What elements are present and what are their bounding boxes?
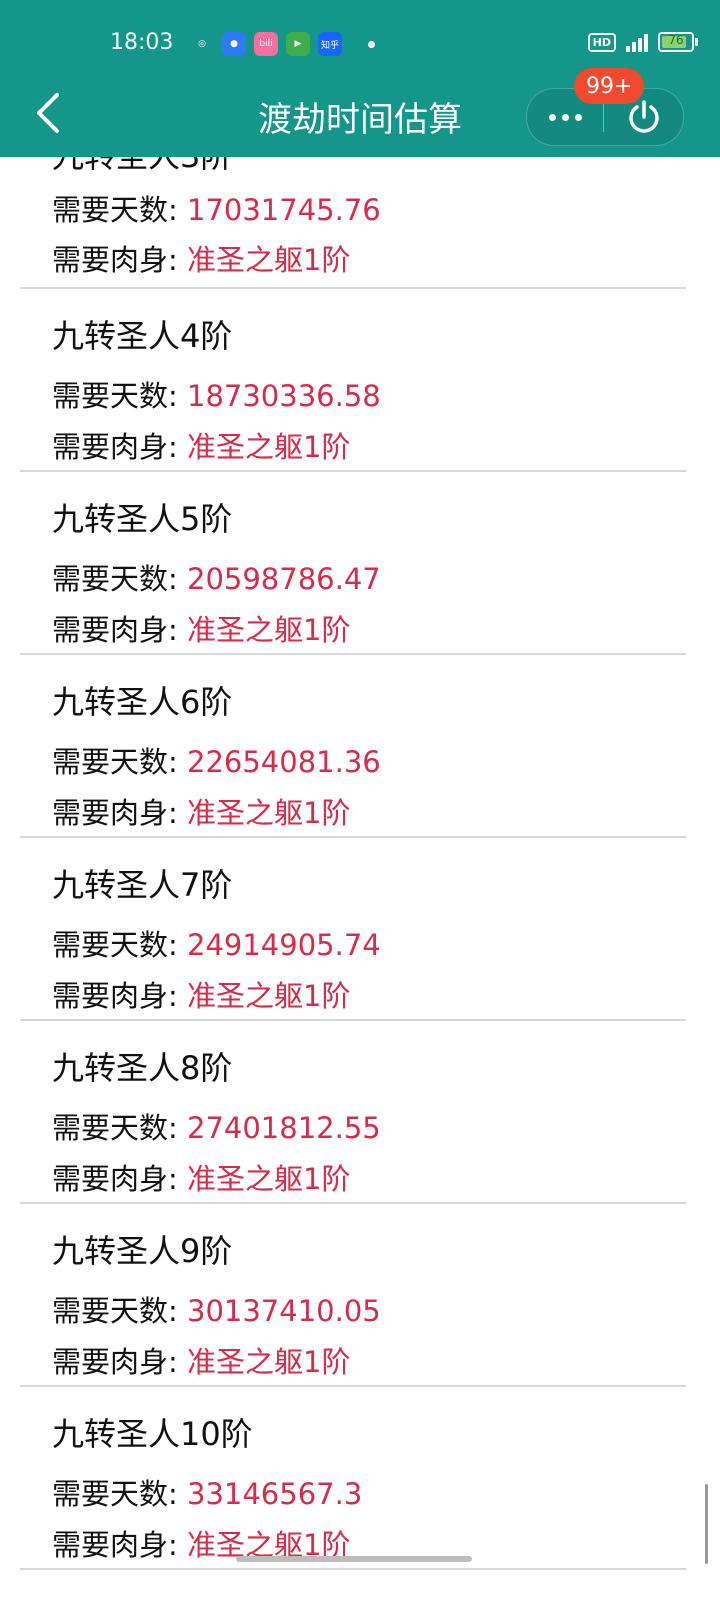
- days-row: 需要天数: 17031745.76: [52, 187, 381, 229]
- days-value: 17031745.76: [187, 193, 381, 227]
- item-title: 九转圣人5阶: [52, 500, 233, 538]
- days-row: 需要天数: 22654081.36: [52, 739, 381, 781]
- days-value: 33146567.3: [187, 1477, 363, 1511]
- status-time: 18:03: [110, 30, 174, 55]
- status-app-icons: ◎ ● bili ▶ 知乎: [190, 32, 375, 56]
- scrollbar[interactable]: [705, 1484, 708, 1564]
- days-row: 需要天数: 20598786.47: [52, 556, 381, 598]
- home-indicator[interactable]: [236, 1556, 472, 1562]
- body-value: 准圣之躯1阶: [187, 979, 351, 1013]
- days-row: 需要天数: 30137410.05: [52, 1288, 381, 1330]
- list-item: 九转圣人3阶需要天数: 17031745.76需要肉身: 准圣之躯1阶: [20, 137, 686, 289]
- body-label: 需要肉身:: [52, 796, 187, 830]
- days-label: 需要天数:: [52, 193, 187, 227]
- body-row: 需要肉身: 准圣之躯1阶: [52, 607, 350, 649]
- power-icon: [628, 100, 659, 133]
- days-row: 需要天数: 27401812.55: [52, 1105, 381, 1147]
- body-label: 需要肉身:: [52, 430, 187, 464]
- body-row: 需要肉身: 准圣之躯1阶: [52, 790, 350, 832]
- zhihu-app-icon: 知乎: [318, 32, 342, 56]
- days-value: 22654081.36: [187, 745, 381, 779]
- body-row: 需要肉身: 准圣之躯1阶: [52, 237, 350, 279]
- video-app-icon: ▶: [286, 32, 310, 56]
- list-item: 九转圣人8阶 需要天数: 27401812.55 需要肉身: 准圣之躯1阶: [20, 1021, 686, 1204]
- body-label: 需要肉身:: [52, 1528, 187, 1562]
- body-value: 准圣之躯1阶: [187, 796, 351, 830]
- item-title: 九转圣人4阶: [52, 317, 233, 355]
- list-item: 九转圣人7阶 需要天数: 24914905.74 需要肉身: 准圣之躯1阶: [20, 838, 686, 1021]
- days-label: 需要天数:: [52, 745, 187, 779]
- body-row: 需要肉身: 准圣之躯1阶: [52, 424, 350, 466]
- item-title: 九转圣人9阶: [52, 1232, 233, 1270]
- list-item: 九转圣人6阶 需要天数: 22654081.36 需要肉身: 准圣之躯1阶: [20, 655, 686, 838]
- hd-badge: HD: [587, 32, 616, 52]
- signal-icon: [626, 32, 648, 52]
- days-label: 需要天数:: [52, 1294, 187, 1328]
- days-value: 20598786.47: [187, 562, 381, 596]
- body-row: 需要肉身: 准圣之躯1阶: [52, 1339, 350, 1381]
- days-value: 18730336.58: [187, 379, 381, 413]
- days-row: 需要天数: 33146567.3: [52, 1471, 362, 1513]
- battery-icon: 76: [658, 32, 698, 52]
- more-notifications-dot: [368, 40, 375, 48]
- days-value: 27401812.55: [187, 1111, 381, 1145]
- item-title: 九转圣人10阶: [52, 1415, 253, 1453]
- days-label: 需要天数:: [52, 562, 187, 596]
- days-row: 需要天数: 24914905.74: [52, 922, 381, 964]
- list-item: 九转圣人5阶 需要天数: 20598786.47 需要肉身: 准圣之躯1阶: [20, 472, 686, 655]
- notification-badge: 99+: [574, 68, 645, 104]
- body-row: 需要肉身: 准圣之躯1阶: [52, 973, 350, 1015]
- days-label: 需要天数:: [52, 928, 187, 962]
- body-value: 准圣之躯1阶: [187, 613, 351, 647]
- netease-music-icon: ◎: [190, 32, 214, 56]
- body-value: 准圣之躯1阶: [187, 430, 351, 464]
- body-label: 需要肉身:: [52, 243, 187, 277]
- body-value: 准圣之躯1阶: [187, 1345, 351, 1379]
- days-value: 24914905.74: [187, 928, 381, 962]
- body-value: 准圣之躯1阶: [187, 1162, 351, 1196]
- battery-level: 76: [668, 33, 684, 47]
- status-indicators: HD 76: [587, 32, 698, 52]
- item-title: 九转圣人7阶: [52, 866, 233, 904]
- days-label: 需要天数:: [52, 379, 187, 413]
- bilibili-app-icon: bili: [254, 32, 278, 56]
- item-title: 九转圣人8阶: [52, 1049, 233, 1087]
- browser-app-icon: ●: [222, 32, 246, 56]
- body-row: 需要肉身: 准圣之躯1阶: [52, 1156, 350, 1198]
- body-label: 需要肉身:: [52, 613, 187, 647]
- days-value: 30137410.05: [187, 1294, 381, 1328]
- days-label: 需要天数:: [52, 1477, 187, 1511]
- list-item: 九转圣人10阶 需要天数: 33146567.3 需要肉身: 准圣之躯1阶: [20, 1387, 686, 1570]
- body-label: 需要肉身:: [52, 1162, 187, 1196]
- body-label: 需要肉身:: [52, 979, 187, 1013]
- item-title: 九转圣人6阶: [52, 683, 233, 721]
- days-row: 需要天数: 18730336.58: [52, 373, 381, 415]
- list-item: 九转圣人4阶 需要天数: 18730336.58 需要肉身: 准圣之躯1阶: [20, 289, 686, 472]
- body-label: 需要肉身:: [52, 1345, 187, 1379]
- list-item: 九转圣人9阶 需要天数: 30137410.05 需要肉身: 准圣之躯1阶: [20, 1204, 686, 1387]
- estimate-list: 九转圣人3阶需要天数: 17031745.76需要肉身: 准圣之躯1阶九转圣人4…: [20, 137, 686, 1570]
- body-value: 准圣之躯1阶: [187, 243, 351, 277]
- days-label: 需要天数:: [52, 1111, 187, 1145]
